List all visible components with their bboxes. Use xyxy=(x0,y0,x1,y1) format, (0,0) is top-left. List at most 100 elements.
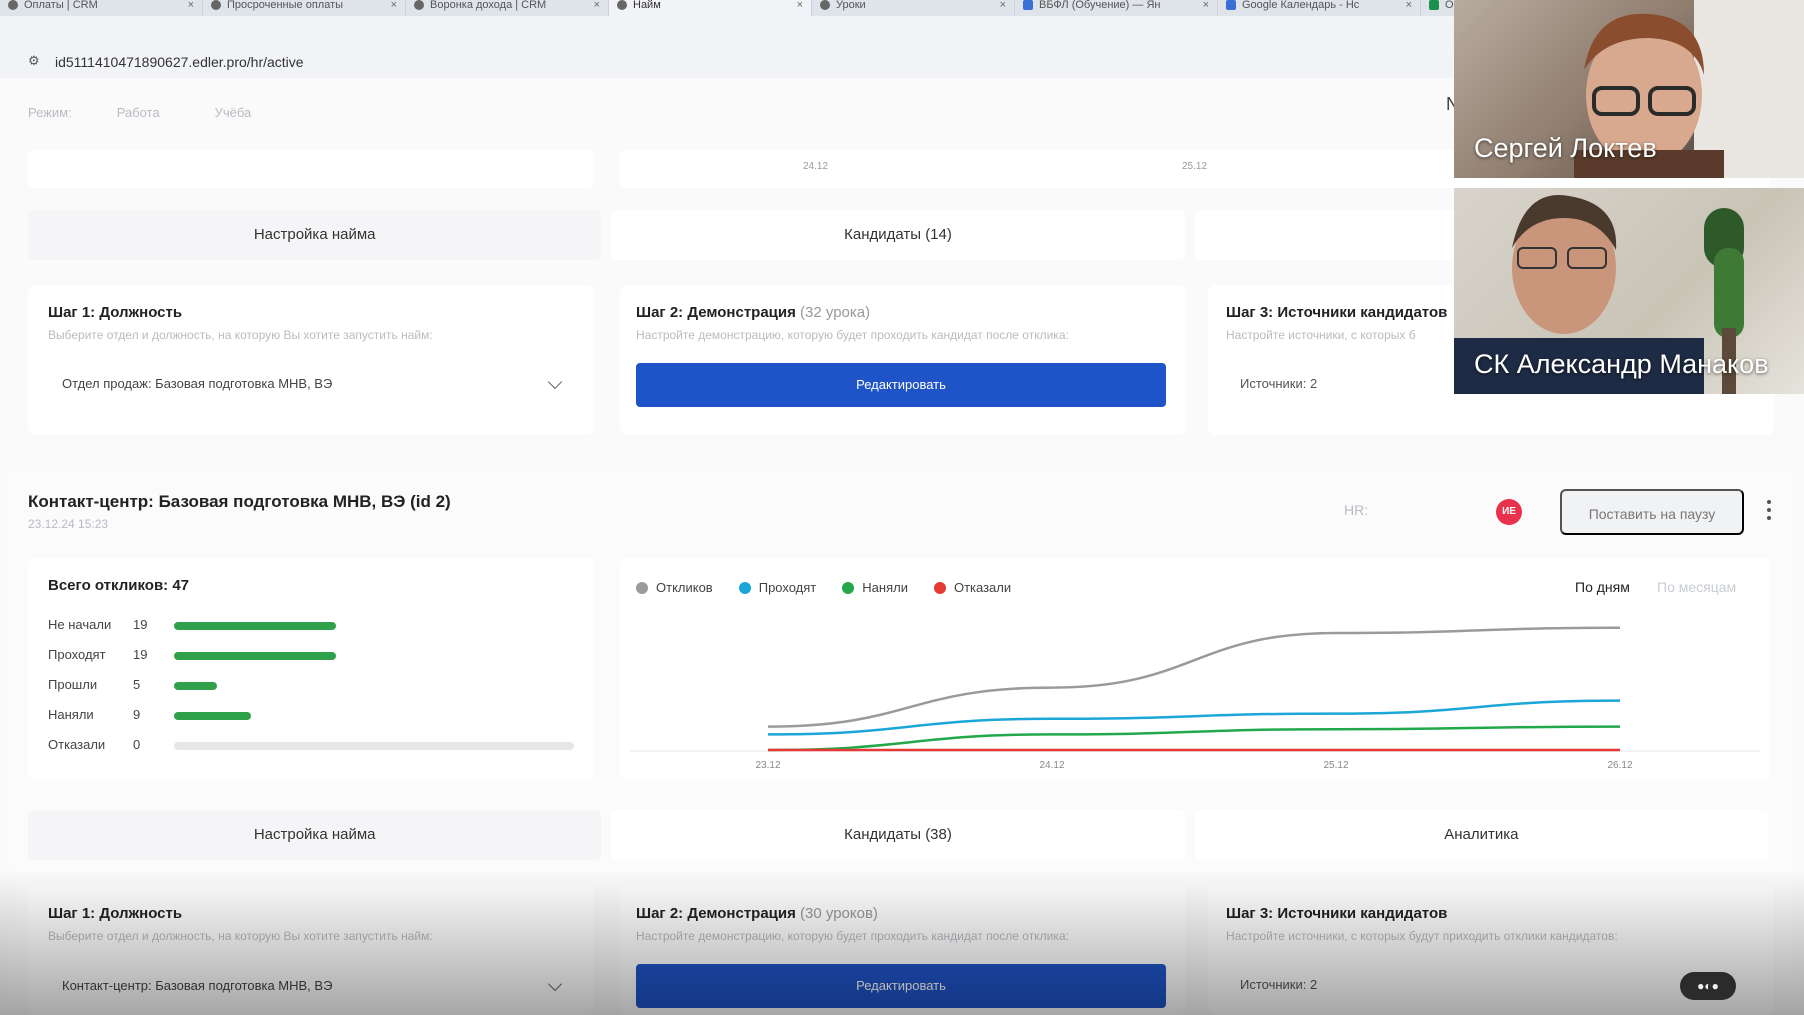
step2-description: Настройте демонстрацию, которую будет пр… xyxy=(636,929,1069,943)
position-select-value: Отдел продаж: Базовая подготовка МНВ, ВЭ xyxy=(62,376,333,391)
legend-item[interactable]: Отказали xyxy=(933,580,1012,595)
chevron-down-icon xyxy=(547,976,563,992)
stat-bar xyxy=(174,712,251,720)
chart-legend: Откликов Проходят Наняли Отказали xyxy=(636,580,1037,595)
step2-title-text: Шаг 2: Демонстрация xyxy=(636,905,796,922)
stat-label: Наняли xyxy=(48,707,94,722)
legend-label: Проходят xyxy=(758,580,817,595)
site-settings-icon[interactable]: ⚙ xyxy=(28,54,42,68)
legend-dot-icon xyxy=(933,581,946,594)
close-tab-icon[interactable]: × xyxy=(1000,0,1006,11)
legend-item[interactable]: Откликов xyxy=(636,580,713,595)
browser-tab-label: Уроки xyxy=(836,0,866,11)
step3-title: Шаг 3: Источники кандидатов xyxy=(1226,304,1448,321)
tab-analytics[interactable]: Аналитика xyxy=(1194,810,1768,860)
edit-demo-button[interactable]: Редактировать xyxy=(636,363,1166,407)
stat-label: Прошли xyxy=(48,677,98,692)
stat-bar xyxy=(174,622,336,630)
browser-tab[interactable]: Просроченные оплаты × xyxy=(203,0,406,16)
browser-tab[interactable]: Уроки × xyxy=(812,0,1015,16)
stat-value: 0 xyxy=(133,737,141,752)
period-by-months[interactable]: По месяцам xyxy=(1657,579,1736,595)
x-tick-label: 24.12 xyxy=(1039,760,1064,771)
chart-tick: 24.12 xyxy=(803,161,829,172)
meeting-app-logo-icon: ●◐● xyxy=(1680,972,1736,1000)
step1-title: Шаг 1: Должность xyxy=(48,304,183,321)
mode-option-work[interactable]: Работа xyxy=(117,105,160,120)
step1-description: Выберите отдел и должность, на которую В… xyxy=(48,929,433,943)
stat-value: 5 xyxy=(133,677,141,692)
edit-demo-button[interactable]: Редактировать xyxy=(636,964,1166,1008)
stat-label: Проходят xyxy=(48,647,106,662)
responses-line-chart: 23.12 24.12 25.12 26.12 xyxy=(630,626,1760,771)
step2-description: Настройте демонстрацию, которую будет пр… xyxy=(636,328,1069,342)
period-by-days[interactable]: По дням xyxy=(1575,579,1630,595)
more-options-icon[interactable] xyxy=(1766,500,1772,526)
tab-hiring-setup[interactable]: Настройка найма xyxy=(28,810,602,860)
x-tick-label: 26.12 xyxy=(1607,760,1632,771)
browser-tab[interactable]: ВБФЛ (Обучение) — Ян × xyxy=(1015,0,1218,16)
hr-avatar[interactable]: ИЕ xyxy=(1496,499,1522,525)
total-responses: Всего откликов: 47 xyxy=(48,577,190,594)
step2-title-text: Шаг 2: Демонстрация xyxy=(636,304,796,321)
legend-item[interactable]: Проходят xyxy=(738,580,817,595)
tab-favicon-icon xyxy=(414,0,424,10)
participant-name: СК Александр Манаков xyxy=(1474,349,1769,379)
legend-label: Отказали xyxy=(953,580,1012,595)
mode-label: Режим: xyxy=(28,104,72,120)
position-select[interactable]: Контакт-центр: Базовая подготовка МНВ, В… xyxy=(48,966,574,1006)
vacancy1-step1-card: Шаг 1: Должность Выберите отдел и должно… xyxy=(28,285,594,435)
vacancy2-step1-card: Шаг 1: Должность Выберите отдел и должно… xyxy=(28,885,594,1015)
browser-tab-label: Воронка дохода | CRM xyxy=(430,0,547,11)
series-line xyxy=(767,725,1621,752)
tab-favicon-icon xyxy=(617,0,627,10)
vacancy2-step2-card: Шаг 2: Демонстрация (30 уроков) Настройт… xyxy=(620,885,1186,1015)
position-select-value: Контакт-центр: Базовая подготовка МНВ, В… xyxy=(62,978,333,993)
close-tab-icon[interactable]: × xyxy=(1406,0,1412,11)
tab-favicon-icon xyxy=(820,0,830,10)
vacancy-date: 23.12.24 15:23 xyxy=(28,517,109,531)
sources-count[interactable]: Источники: 2 xyxy=(1240,977,1317,992)
tab-candidates[interactable]: Кандидаты (14) xyxy=(611,210,1185,260)
legend-item[interactable]: Наняли xyxy=(842,580,908,595)
pause-button[interactable]: Поставить на паузу xyxy=(1560,489,1744,535)
chevron-down-icon xyxy=(547,374,563,390)
stat-value: 9 xyxy=(133,707,141,722)
close-tab-icon[interactable]: × xyxy=(391,0,397,11)
close-tab-icon[interactable]: × xyxy=(594,0,600,11)
browser-tab[interactable]: Воронка дохода | CRM × xyxy=(406,0,609,16)
vacancy2-tabs: Настройка найма Кандидаты (38) Аналитика xyxy=(28,810,1768,860)
browser-tab[interactable]: Google Календарь - Нс × xyxy=(1218,0,1421,16)
position-select[interactable]: Отдел продаж: Базовая подготовка МНВ, ВЭ xyxy=(48,364,574,404)
browser-tab[interactable]: Оплаты | CRM × xyxy=(0,0,203,16)
close-tab-icon[interactable]: × xyxy=(797,0,803,11)
step2-lesson-count: (32 урока) xyxy=(800,304,871,321)
close-tab-icon[interactable]: × xyxy=(188,0,194,11)
close-tab-icon[interactable]: × xyxy=(1203,0,1209,11)
tab-favicon-icon xyxy=(8,0,18,10)
vacancy1-stats-strip xyxy=(28,150,594,188)
browser-tab[interactable]: Найм × xyxy=(609,0,812,16)
legend-dot-icon xyxy=(842,581,855,594)
sources-count[interactable]: Источники: 2 xyxy=(1240,376,1317,391)
mode-option-study[interactable]: Учёба xyxy=(215,105,252,120)
video-tile-1[interactable]: Сергей Локтев xyxy=(1454,0,1804,178)
tab-favicon-icon xyxy=(1023,0,1033,10)
video-tile-2[interactable]: СК Александр Манаков xyxy=(1454,188,1804,394)
tab-favicon-icon xyxy=(1226,0,1236,10)
browser-tab-label: Google Календарь - Нс xyxy=(1242,0,1360,11)
x-tick-label: 25.12 xyxy=(1323,760,1348,771)
stat-bar xyxy=(174,652,336,660)
stat-label: Не начали xyxy=(48,617,112,632)
stat-label: Отказали xyxy=(48,737,106,752)
browser-tab-label: ВБФЛ (Обучение) — Ян xyxy=(1039,0,1161,11)
tab-hiring-setup[interactable]: Настройка найма xyxy=(28,210,602,260)
browser-tab-label: Оплаты | CRM xyxy=(24,0,98,11)
step3-description: Настройте источники, с которых будут при… xyxy=(1226,929,1618,943)
series-line xyxy=(767,699,1621,736)
step2-title: Шаг 2: Демонстрация (32 урока) xyxy=(636,304,870,321)
tab-candidates[interactable]: Кандидаты (38) xyxy=(611,810,1185,860)
vacancy1-step2-card: Шаг 2: Демонстрация (32 урока) Настройте… xyxy=(620,285,1186,435)
url-text[interactable]: id5111410471890627.edler.pro/hr/active xyxy=(55,54,304,70)
x-tick-label: 23.12 xyxy=(755,760,780,771)
